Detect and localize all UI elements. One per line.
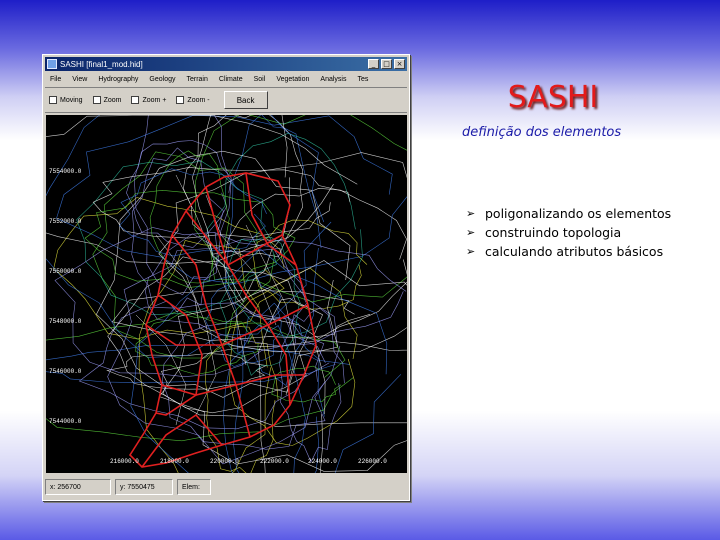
contour-line (56, 115, 407, 285)
slide-title: SASHI (507, 80, 599, 115)
contour-map (46, 115, 407, 473)
title-bar[interactable]: SASHI [final1_mod.hid] _ □ × (45, 57, 407, 71)
contour-line (76, 160, 277, 316)
contour-lines (46, 115, 407, 473)
menu-view[interactable]: View (72, 76, 87, 83)
arrow-bullet-icon: ➢ (466, 226, 476, 239)
checkbox-box[interactable] (92, 96, 101, 104)
x-coordinate-readout: x: 256700 (45, 479, 111, 495)
contour-line (54, 227, 308, 378)
menu-climate[interactable]: Climate (219, 76, 243, 83)
contour-line (158, 152, 407, 353)
checkbox-box[interactable] (176, 96, 185, 104)
zoom-in-checkbox[interactable]: Zoom + (131, 96, 166, 104)
window-title: SASHI [final1_mod.hid] (60, 59, 143, 69)
bullet-item: ➢ poligonalizando os elementos (466, 204, 671, 223)
contour-line (96, 150, 351, 398)
y-tick-label: 7552000.0 (49, 218, 82, 225)
zoom-out-checkbox[interactable]: Zoom - (176, 96, 210, 104)
y-tick-label: 7550000.0 (49, 268, 82, 275)
menu-tes[interactable]: Tes (357, 76, 368, 83)
bullet-item: ➢ construindo topologia (466, 223, 671, 242)
zoom-out-label: Zoom - (187, 96, 210, 104)
x-tick-label: 222000.0 (260, 458, 289, 465)
menu-geology[interactable]: Geology (149, 76, 175, 83)
arrow-bullet-icon: ➢ (466, 207, 476, 220)
bullet-item: ➢ calculando atributos básicos (466, 242, 671, 261)
contour-line (131, 147, 224, 313)
close-button[interactable]: × (394, 59, 405, 69)
moving-checkbox[interactable]: Moving (49, 96, 83, 104)
maximize-button[interactable]: □ (381, 59, 392, 69)
y-tick-label: 7546000.0 (49, 368, 82, 375)
contour-line (219, 237, 301, 376)
bullet-text: poligonalizando os elementos (485, 206, 672, 221)
zoom-label: Zoom (103, 96, 122, 104)
checkbox-box[interactable] (49, 96, 57, 104)
contour-line (46, 115, 358, 264)
contour-line (53, 197, 285, 340)
x-tick-label: 224000.0 (308, 458, 337, 465)
zoom-in-label: Zoom + (142, 96, 167, 104)
menu-file[interactable]: File (50, 76, 61, 83)
contour-line (192, 115, 290, 303)
y-tick-label: 7548000.0 (49, 318, 82, 325)
bullet-text: calculando atributos básicos (485, 244, 664, 259)
y-tick-label: 7544000.0 (49, 418, 82, 425)
element-readout: Elem: (177, 479, 211, 495)
contour-line (252, 219, 368, 310)
menu-hydrography[interactable]: Hydrography (98, 76, 138, 83)
toolbar: Moving Zoom Zoom + Zoom - Back (45, 87, 407, 113)
menu-terrain[interactable]: Terrain (186, 76, 207, 83)
menu-analysis[interactable]: Analysis (320, 76, 346, 83)
x-tick-label: 220000.0 (210, 458, 239, 465)
zoom-checkbox[interactable]: Zoom (92, 96, 122, 104)
arrow-bullet-icon: ➢ (466, 245, 476, 258)
back-button[interactable]: Back (223, 91, 268, 109)
map-canvas[interactable]: 7554000.0 7552000.0 7550000.0 7548000.0 … (46, 115, 407, 473)
minimize-button[interactable]: _ (368, 59, 379, 69)
y-tick-label: 7554000.0 (49, 168, 82, 175)
contour-line (204, 326, 279, 473)
contour-line (46, 344, 350, 384)
app-icon (47, 59, 57, 69)
x-tick-label: 218000.0 (160, 458, 189, 465)
status-bar: x: 256700 y: 7550475 Elem: (45, 476, 407, 498)
y-coordinate-readout: y: 7550475 (115, 479, 173, 495)
element-polygons (128, 172, 317, 468)
bullet-text: construindo topologia (485, 225, 622, 240)
checkbox-box[interactable] (131, 96, 140, 104)
menu-soil[interactable]: Soil (254, 76, 266, 83)
contour-line (130, 248, 402, 473)
bullet-list: ➢ poligonalizando os elementos ➢ constru… (466, 204, 671, 261)
x-tick-label: 226000.0 (358, 458, 387, 465)
x-tick-label: 216000.0 (110, 458, 139, 465)
slide-subtitle: definição dos elementos (462, 125, 622, 140)
menu-bar: File View Hydrography Geology Terrain Cl… (45, 72, 407, 86)
sashi-window: SASHI [final1_mod.hid] _ □ × File View H… (42, 54, 410, 501)
moving-label: Moving (60, 96, 83, 104)
menu-vegetation[interactable]: Vegetation (276, 76, 309, 83)
